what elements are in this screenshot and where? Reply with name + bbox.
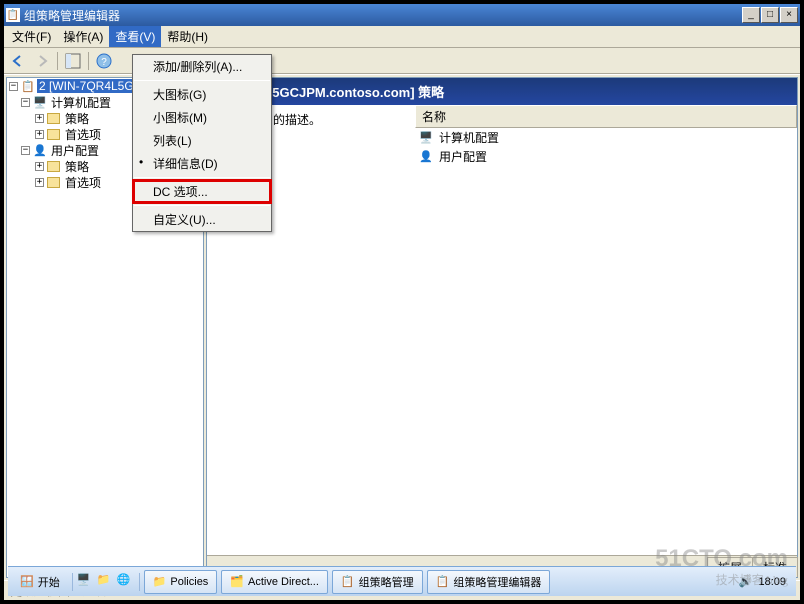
column-header-name[interactable]: 名称 bbox=[415, 105, 797, 128]
ad-icon: 🗂️ bbox=[230, 575, 244, 588]
minimize-button[interactable]: _ bbox=[742, 7, 760, 23]
menu-list[interactable]: 列表(L) bbox=[133, 129, 271, 152]
folder-icon bbox=[47, 177, 60, 188]
close-button[interactable]: × bbox=[780, 7, 798, 23]
menu-small-icons[interactable]: 小图标(M) bbox=[133, 106, 271, 129]
mmc-icon: 📋 bbox=[436, 575, 450, 588]
computer-icon: 🖥️ bbox=[419, 131, 433, 145]
quick-launch: 🖥️ 📁 🌐 bbox=[72, 573, 140, 591]
user-icon: 👤 bbox=[33, 143, 47, 157]
menu-add-remove-columns[interactable]: 添加/删除列(A)... bbox=[133, 55, 271, 78]
task-gpeditor[interactable]: 📋组策略管理编辑器 bbox=[427, 570, 551, 594]
menu-large-icons[interactable]: 大图标(G) bbox=[133, 83, 271, 106]
title-bar: 组策略管理编辑器 _ □ × bbox=[4, 4, 800, 26]
detail-pane: IN-7QR4L5GCJPM.contoso.com] 策略 目来查看它的描述。… bbox=[206, 77, 798, 578]
svg-text:?: ? bbox=[101, 57, 107, 68]
toolbar-separator bbox=[88, 52, 89, 70]
explorer-icon[interactable]: 📁 bbox=[97, 573, 115, 591]
menu-help[interactable]: 帮助(H) bbox=[161, 26, 214, 47]
detail-header: IN-7QR4L5GCJPM.contoso.com] 策略 bbox=[207, 78, 797, 105]
folder-icon bbox=[47, 161, 60, 172]
folder-icon bbox=[47, 129, 60, 140]
menu-customize[interactable]: 自定义(U)... bbox=[133, 208, 271, 231]
mmc-icon: 📋 bbox=[341, 575, 355, 588]
show-desktop-icon[interactable]: 🖥️ bbox=[77, 573, 95, 591]
maximize-button[interactable]: □ bbox=[761, 7, 779, 23]
computer-icon: 🖥️ bbox=[33, 95, 47, 109]
task-gpmc[interactable]: 📋组策略管理 bbox=[332, 570, 423, 594]
windows-logo-icon: 🪟 bbox=[20, 575, 34, 588]
list-item[interactable]: 👤 用户配置 bbox=[415, 147, 797, 166]
back-button[interactable] bbox=[7, 50, 29, 72]
menu-dc-options[interactable]: DC 选项... bbox=[133, 180, 271, 203]
menu-file[interactable]: 文件(F) bbox=[6, 26, 57, 47]
window-title: 组策略管理编辑器 bbox=[24, 7, 120, 24]
view-dropdown: 添加/删除列(A)... 大图标(G) 小图标(M) 列表(L) 详细信息(D)… bbox=[132, 54, 272, 232]
folder-icon: 📁 bbox=[153, 575, 167, 588]
help-button[interactable]: ? bbox=[93, 50, 115, 72]
tray-icon[interactable]: 🔊 bbox=[739, 575, 753, 588]
show-hide-tree-button[interactable] bbox=[62, 50, 84, 72]
folder-icon bbox=[47, 113, 60, 124]
menu-bar: 文件(F) 操作(A) 查看(V) 帮助(H) bbox=[4, 26, 800, 48]
task-ad[interactable]: 🗂️Active Direct... bbox=[221, 570, 328, 594]
menu-separator bbox=[134, 80, 270, 81]
taskbar: 🪟 开始 🖥️ 📁 🌐 📁Policies 🗂️Active Direct...… bbox=[8, 566, 796, 596]
ie-icon[interactable]: 🌐 bbox=[117, 573, 135, 591]
clock[interactable]: 18:09 bbox=[758, 576, 786, 588]
task-policies[interactable]: 📁Policies bbox=[144, 570, 218, 594]
list-item[interactable]: 🖥️ 计算机配置 bbox=[415, 128, 797, 147]
menu-action[interactable]: 操作(A) bbox=[57, 26, 109, 47]
menu-separator bbox=[134, 205, 270, 206]
menu-details[interactable]: 详细信息(D) bbox=[133, 152, 271, 175]
menu-view[interactable]: 查看(V) bbox=[109, 26, 161, 47]
toolbar: ? bbox=[4, 48, 800, 74]
policy-icon: 📋 bbox=[21, 79, 35, 93]
toolbar-separator bbox=[57, 52, 58, 70]
forward-button[interactable] bbox=[31, 50, 53, 72]
system-tray[interactable]: 🔊 18:09 bbox=[733, 575, 792, 588]
menu-separator bbox=[134, 177, 270, 178]
user-icon: 👤 bbox=[419, 150, 433, 164]
start-button[interactable]: 🪟 开始 bbox=[12, 571, 68, 593]
app-icon bbox=[6, 8, 20, 22]
